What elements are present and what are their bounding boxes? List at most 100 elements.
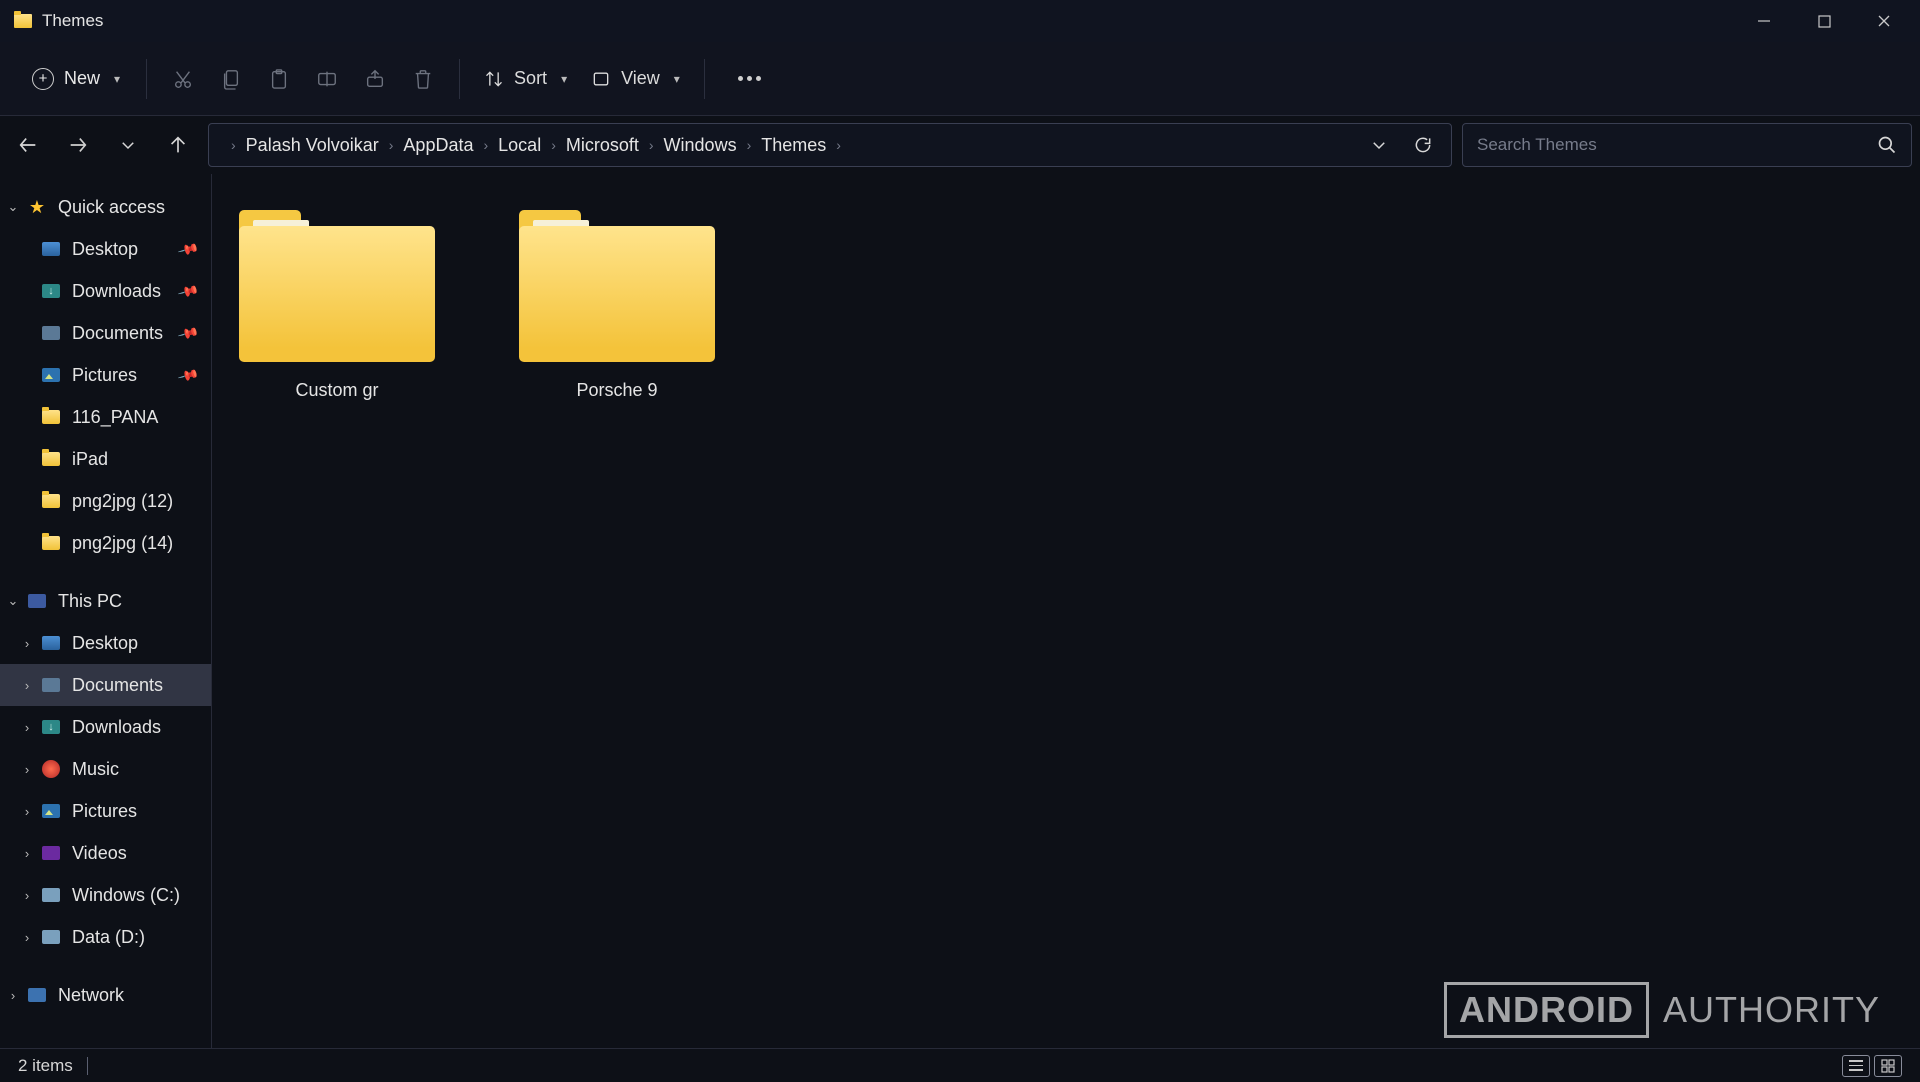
item-icon	[42, 242, 60, 256]
this-pc-header[interactable]: ⌄ This PC	[0, 580, 211, 622]
sidebar-item[interactable]: ›png2jpg (12)	[0, 480, 211, 522]
chevron-right-icon[interactable]: ›	[14, 846, 40, 861]
network-header[interactable]: › Network	[0, 974, 211, 1016]
maximize-button[interactable]	[1794, 0, 1854, 42]
item-icon	[42, 678, 60, 692]
sidebar-item[interactable]: ›Windows (C:)	[0, 874, 211, 916]
chevron-right-icon: ›	[229, 137, 238, 153]
watermark-boxed: ANDROID	[1444, 982, 1649, 1038]
sidebar-item[interactable]: ›iPad	[0, 438, 211, 480]
sidebar-item[interactable]: ›Desktop📌	[0, 228, 211, 270]
sidebar-item[interactable]: ›Pictures	[0, 790, 211, 832]
view-label: View	[621, 68, 660, 89]
chevron-right-icon: ›	[481, 137, 490, 153]
list-icon	[1849, 1060, 1863, 1071]
address-dropdown-button[interactable]	[1359, 125, 1399, 165]
window-controls	[1734, 0, 1914, 42]
rename-button[interactable]	[303, 55, 351, 103]
file-list-pane[interactable]: Custom gr Porsche 9 ANDROID AUTHORITY	[212, 174, 1920, 1048]
title-folder-icon	[14, 14, 32, 28]
arrow-up-icon	[167, 134, 189, 156]
breadcrumb-segment[interactable]: Local	[490, 129, 549, 162]
sidebar-item[interactable]: ›Pictures📌	[0, 354, 211, 396]
sidebar-item[interactable]: ›png2jpg (14)	[0, 522, 211, 564]
breadcrumb-bar[interactable]: › Palash Volvoikar›AppData›Local›Microso…	[208, 123, 1452, 167]
chevron-down-icon[interactable]: ⌄	[0, 199, 26, 215]
close-button[interactable]	[1854, 0, 1914, 42]
search-box[interactable]	[1462, 123, 1912, 167]
plus-circle-icon: +	[32, 68, 54, 90]
chevron-down-icon	[119, 136, 137, 154]
watermark-light: AUTHORITY	[1663, 989, 1880, 1031]
sidebar-item[interactable]: ›Documents📌	[0, 312, 211, 354]
sidebar-item-label: Desktop	[72, 633, 203, 654]
chevron-down-icon[interactable]: ⌄	[0, 593, 26, 609]
sidebar-item-label: Data (D:)	[72, 927, 203, 948]
share-button[interactable]	[351, 55, 399, 103]
chevron-right-icon[interactable]: ›	[14, 636, 40, 651]
sidebar-item-label: iPad	[72, 449, 203, 470]
item-icon	[42, 368, 60, 382]
forward-button[interactable]	[58, 125, 98, 165]
copy-button[interactable]	[207, 55, 255, 103]
ellipsis-icon	[738, 76, 743, 81]
sidebar-item-label: Videos	[72, 843, 203, 864]
quick-access-header[interactable]: ⌄ ★ Quick access	[0, 186, 211, 228]
breadcrumb-segment[interactable]: Palash Volvoikar	[238, 129, 387, 162]
sidebar-item[interactable]: › Data (D:)	[0, 916, 211, 958]
delete-button[interactable]	[399, 55, 447, 103]
folder-item[interactable]: Custom gr	[232, 204, 442, 407]
star-icon: ★	[26, 196, 48, 218]
item-icon	[42, 930, 60, 944]
status-text: 2 items	[18, 1056, 73, 1076]
sidebar-item[interactable]: › Videos	[0, 832, 211, 874]
details-view-button[interactable]	[1842, 1055, 1870, 1077]
chevron-right-icon[interactable]: ›	[14, 762, 40, 777]
sidebar-item[interactable]: › Desktop	[0, 622, 211, 664]
search-input[interactable]	[1477, 135, 1877, 155]
sidebar-item[interactable]: ›Documents	[0, 664, 211, 706]
chevron-right-icon[interactable]: ›	[14, 888, 40, 903]
folder-item[interactable]: Porsche 9	[512, 204, 722, 407]
toolbar-separator	[459, 59, 460, 99]
minimize-button[interactable]	[1734, 0, 1794, 42]
sidebar-item[interactable]: ›Music	[0, 748, 211, 790]
item-icon	[42, 452, 60, 466]
chevron-right-icon: ›	[549, 137, 558, 153]
sidebar-item[interactable]: ›116_PANA	[0, 396, 211, 438]
navigation-sidebar[interactable]: ⌄ ★ Quick access ›Desktop📌›Downloads📌›Do…	[0, 174, 212, 1048]
arrow-left-icon	[17, 134, 39, 156]
back-button[interactable]	[8, 125, 48, 165]
chevron-right-icon[interactable]: ›	[14, 930, 40, 945]
chevron-right-icon[interactable]: ›	[14, 678, 40, 693]
sidebar-item[interactable]: ›Downloads	[0, 706, 211, 748]
address-row: › Palash Volvoikar›AppData›Local›Microso…	[0, 116, 1920, 174]
paste-button[interactable]	[255, 55, 303, 103]
refresh-button[interactable]	[1403, 125, 1443, 165]
chevron-right-icon[interactable]: ›	[14, 720, 40, 735]
chevron-right-icon[interactable]: ›	[0, 988, 26, 1003]
icons-view-button[interactable]	[1874, 1055, 1902, 1077]
up-button[interactable]	[158, 125, 198, 165]
arrow-right-icon	[67, 134, 89, 156]
chevron-right-icon[interactable]: ›	[14, 804, 40, 819]
recent-button[interactable]	[108, 125, 148, 165]
item-icon	[42, 494, 60, 508]
sidebar-item-label: Documents	[72, 323, 180, 344]
breadcrumb-segment[interactable]: Themes	[753, 129, 834, 162]
sort-button[interactable]: Sort ▾	[472, 58, 579, 99]
more-button[interactable]	[717, 55, 765, 103]
status-bar: 2 items	[0, 1048, 1920, 1082]
cut-button[interactable]	[159, 55, 207, 103]
breadcrumb-segment[interactable]: Windows	[656, 129, 745, 162]
minimize-icon	[1757, 14, 1771, 28]
search-icon	[1877, 135, 1897, 155]
view-button[interactable]: View ▾	[579, 58, 692, 99]
rename-icon	[316, 68, 338, 90]
breadcrumb-segment[interactable]: Microsoft	[558, 129, 647, 162]
sidebar-item[interactable]: ›Downloads📌	[0, 270, 211, 312]
this-pc-label: This PC	[58, 591, 203, 612]
refresh-icon	[1413, 135, 1433, 155]
new-button[interactable]: + New ▾	[18, 58, 134, 100]
breadcrumb-segment[interactable]: AppData	[395, 129, 481, 162]
